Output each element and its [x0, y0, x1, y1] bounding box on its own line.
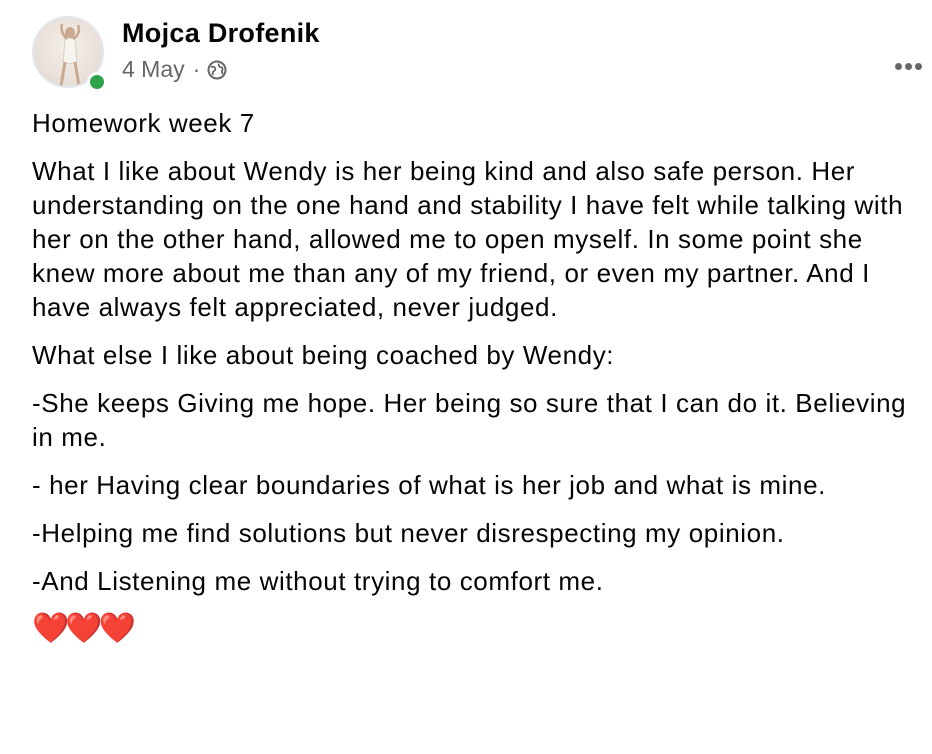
post-body: Homework week 7 What I like about Wendy …	[32, 106, 912, 646]
more-dot	[914, 62, 922, 70]
post-paragraph: -And Listening me without trying to comf…	[32, 566, 604, 596]
post-paragraph: -Helping me find solutions but never dis…	[32, 518, 785, 548]
post-date[interactable]: 4 May	[122, 56, 185, 83]
heart-emojis: ❤️❤️❤️	[32, 612, 136, 645]
author-name[interactable]: Mojca Drofenik	[122, 18, 320, 49]
more-dot	[904, 62, 912, 70]
more-dot	[894, 62, 902, 70]
post-paragraph: Homework week 7	[32, 108, 255, 138]
post-meta: 4 May ·	[122, 56, 228, 83]
post-paragraph: What else I like about being coached by …	[32, 340, 615, 370]
online-status-dot	[87, 72, 107, 92]
post-header: Mojca Drofenik 4 May ·	[32, 16, 932, 96]
post: Mojca Drofenik 4 May · Homework week 7 W…	[0, 0, 932, 754]
globe-icon[interactable]	[206, 59, 228, 81]
post-paragraph: - her Having clear boundaries of what is…	[32, 470, 826, 500]
more-options-icon[interactable]	[890, 56, 926, 76]
post-paragraph: What I like about Wendy is her being kin…	[32, 156, 904, 322]
meta-separator: ·	[192, 56, 201, 82]
post-paragraph: -She keeps Giving me hope. Her being so …	[32, 388, 907, 452]
